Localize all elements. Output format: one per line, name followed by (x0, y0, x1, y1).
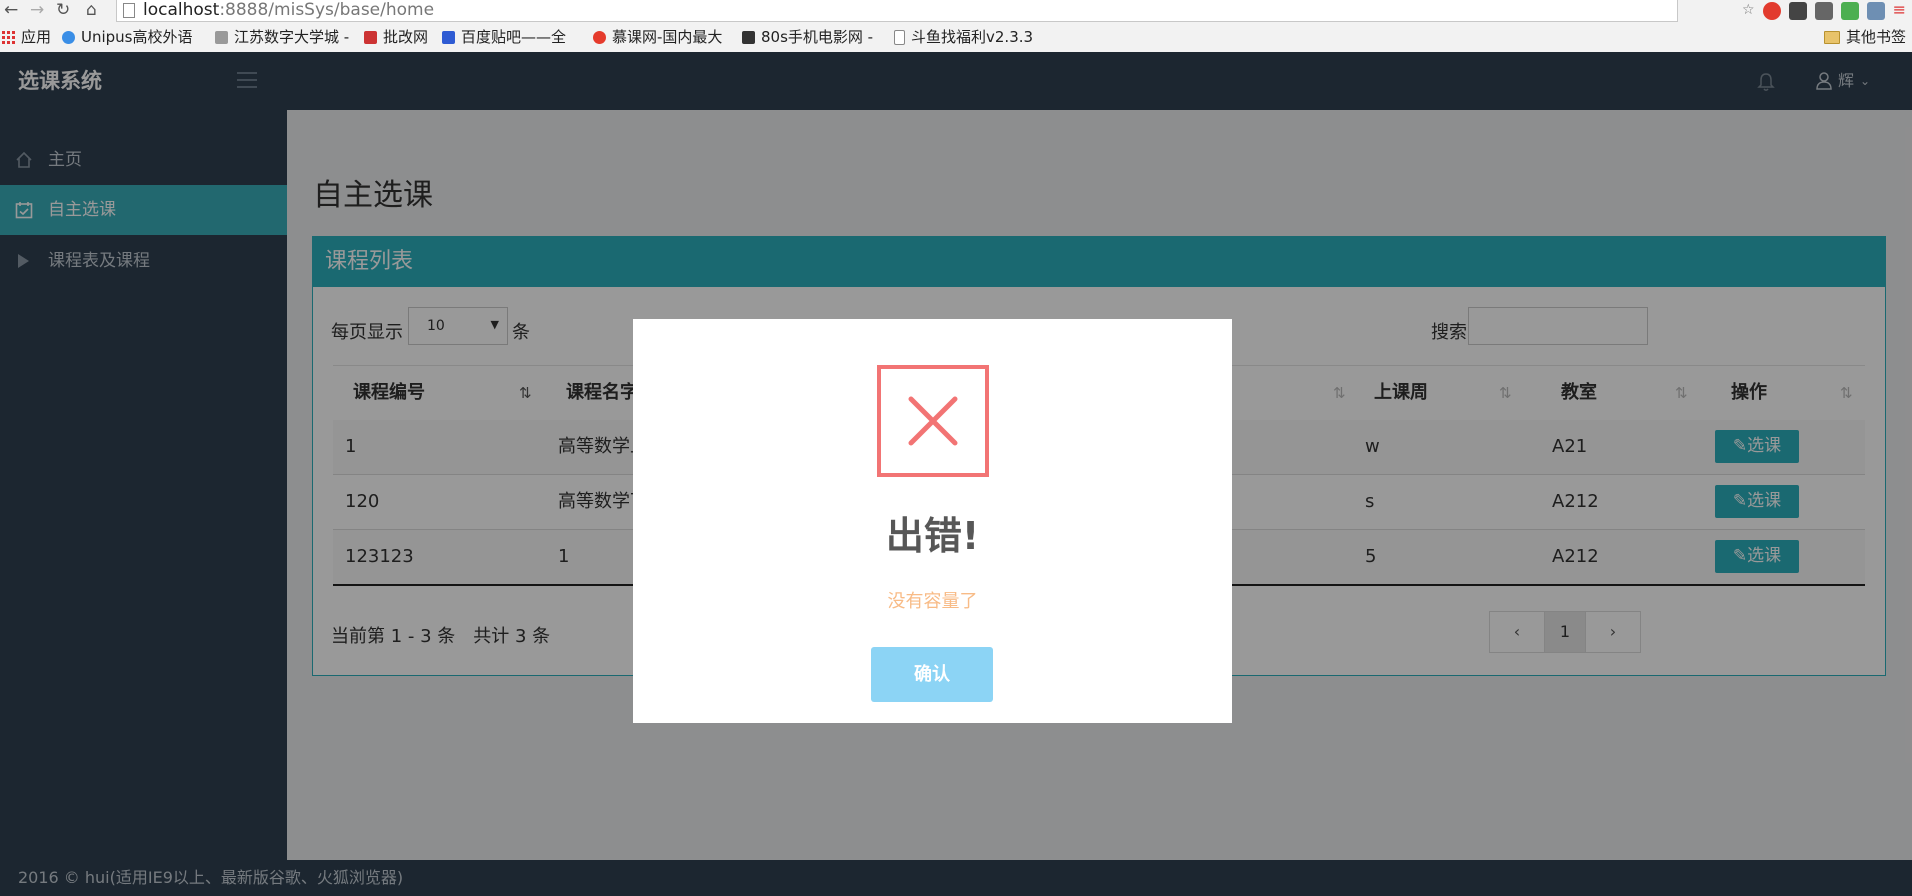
translate-icon[interactable] (1866, 2, 1885, 20)
forward-arrow-icon[interactable]: → (30, 0, 44, 22)
back-arrow-icon[interactable]: ← (4, 0, 18, 22)
film-icon (742, 30, 755, 44)
bookmark-unipus[interactable]: Unipus高校外语 (62, 22, 198, 52)
bookmark-jiangsu[interactable]: 江苏数字大学城 - (215, 22, 350, 52)
url-host: localhost (143, 0, 220, 20)
bookmark-80s[interactable]: 80s手机电影网 - (742, 22, 877, 52)
pin-icon[interactable]: ☆ (1742, 2, 1755, 20)
chrome-menu-icon[interactable]: ≡ (1893, 2, 1906, 20)
bookmark-imooc[interactable]: 慕课网-国内最大 (593, 22, 728, 52)
ghost-icon[interactable] (1788, 2, 1807, 20)
bookmark-tieba[interactable]: 百度贴吧——全 (442, 22, 577, 52)
bookmark-pigai[interactable]: 批改网 (364, 22, 428, 52)
dialog-message: 没有容量了 (887, 591, 978, 612)
jiangsu-icon (215, 30, 228, 44)
bookmark-apps[interactable]: 应用 (2, 22, 51, 52)
tieba-icon (442, 30, 455, 44)
extension-icons: ☆ ≡ (1742, 2, 1906, 20)
page-icon (894, 29, 905, 45)
dialog-title: 出错! (885, 514, 980, 558)
url-path: :8888/misSys/base/home (219, 0, 435, 20)
error-dialog: 出错! 没有容量了 确认 (633, 319, 1232, 723)
home-page-icon[interactable]: ⌂ (86, 0, 97, 22)
unipus-icon (62, 30, 75, 44)
folder-icon (1824, 30, 1840, 44)
bookmark-other[interactable]: 其他书签 (1824, 22, 1906, 52)
url-field[interactable]: localhost:8888/misSys/base/home (116, 0, 1678, 22)
browser-address-bar: ← → ↻ ⌂ localhost:8888/misSys/base/home … (0, 0, 1912, 23)
pigai-icon (364, 30, 377, 44)
bookmarks-bar: 应用 Unipus高校外语 江苏数字大学城 - 批改网 百度贴吧——全 慕课网-… (0, 22, 1912, 53)
page-icon (123, 3, 135, 18)
reload-icon[interactable]: ↻ (56, 0, 70, 22)
error-x-icon (877, 365, 989, 477)
bookmark-douyu[interactable]: 斗鱼找福利v2.3.3 (894, 22, 1033, 52)
apps-icon (2, 30, 15, 44)
confirm-button[interactable]: 确认 (871, 647, 993, 702)
imooc-icon (593, 30, 606, 44)
leaf-icon[interactable] (1840, 2, 1859, 20)
share-icon[interactable] (1814, 2, 1833, 20)
adblock-icon[interactable] (1762, 2, 1781, 20)
